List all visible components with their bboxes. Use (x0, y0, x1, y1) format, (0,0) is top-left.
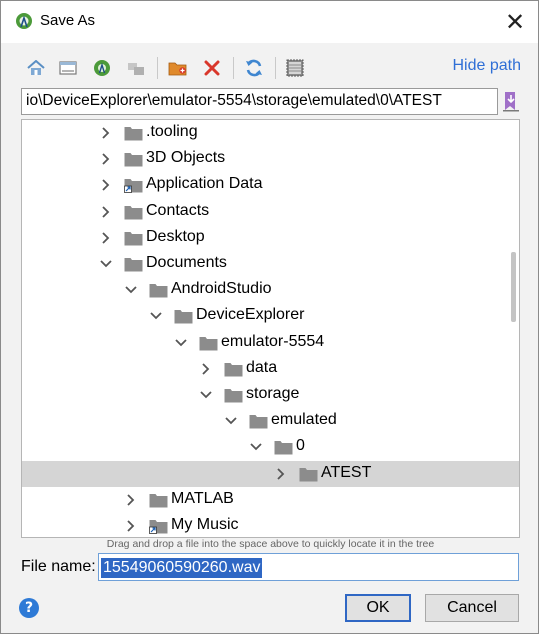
save-as-dialog: Save As ✕ Hide path io\DeviceExplorer\em… (0, 0, 539, 634)
tree-node-label: emulator-5554 (221, 332, 325, 350)
chevron-right-icon[interactable] (98, 125, 114, 141)
folder-icon (224, 389, 243, 403)
chevron-right-icon[interactable] (98, 230, 114, 246)
tree-node-label: Contacts (146, 201, 210, 219)
title-bar: Save As ✕ (1, 1, 538, 43)
path-row: io\DeviceExplorer\emulator-5554\storage\… (21, 88, 521, 116)
android-project-icon[interactable] (89, 55, 115, 81)
tree-node-label: Application Data (146, 175, 263, 193)
new-folder-icon[interactable] (165, 55, 191, 81)
chevron-down-icon[interactable] (98, 256, 114, 272)
tree-node-label: My Music (171, 516, 239, 533)
folder-icon (124, 153, 143, 167)
drag-drop-hint: Drag and drop a file into the space abov… (106, 538, 435, 550)
tree-node-label: DeviceExplorer (196, 306, 305, 324)
folder-icon (124, 258, 143, 272)
tree-node[interactable]: storage (22, 382, 519, 408)
chevron-down-icon[interactable] (248, 439, 264, 455)
modules-icon[interactable] (123, 55, 149, 81)
tree-node[interactable]: ATEST (22, 460, 519, 487)
path-input[interactable]: io\DeviceExplorer\emulator-5554\storage\… (21, 88, 498, 115)
folder-icon (249, 415, 268, 429)
folder-shortcut-icon (124, 179, 143, 194)
tree-node[interactable]: data (22, 356, 519, 382)
tree-node[interactable]: Documents (22, 251, 519, 277)
hide-path-link[interactable]: Hide path (453, 57, 522, 75)
folder-icon (124, 205, 143, 220)
toolbar: Hide path (21, 53, 521, 83)
file-name-input[interactable]: 15549060590260.wav (98, 553, 519, 581)
chevron-right-icon[interactable] (98, 204, 114, 220)
chevron-right-icon[interactable] (198, 361, 214, 377)
tree-node-label: Desktop (146, 227, 205, 245)
folder-icon (174, 310, 193, 324)
desktop-icon[interactable] (55, 55, 81, 81)
tree-node-label: 0 (296, 437, 305, 455)
help-icon[interactable]: ? (19, 598, 39, 618)
folder-icon (124, 231, 143, 246)
tree-node[interactable]: AndroidStudio (22, 277, 519, 303)
folder-icon (124, 127, 143, 141)
tree-node[interactable]: MATLAB (22, 487, 519, 513)
folder-icon (149, 284, 168, 298)
file-name-value: 15549060590260.wav (101, 558, 263, 578)
file-tree[interactable]: .tooling 3D Objects Application Data Contac… (21, 119, 520, 538)
tree-node[interactable]: Application Data (22, 172, 519, 198)
tree-node[interactable]: Desktop (22, 225, 519, 251)
chevron-right-icon[interactable] (98, 151, 114, 167)
folder-icon (224, 362, 243, 377)
chevron-down-icon[interactable] (123, 282, 139, 298)
tree-node[interactable]: 3D Objects (22, 146, 519, 172)
tree-node-label: .tooling (146, 123, 198, 140)
tree-node-label: data (246, 358, 278, 376)
chevron-right-icon[interactable] (123, 518, 139, 534)
folder-icon (199, 336, 218, 351)
tree-node[interactable]: emulated (22, 408, 519, 434)
folder-icon (299, 467, 318, 482)
folder-icon (149, 493, 168, 508)
chevron-right-icon[interactable] (123, 492, 139, 508)
ok-button[interactable]: OK (345, 594, 411, 622)
cancel-button[interactable]: Cancel (425, 594, 519, 622)
file-name-label: File name: (21, 558, 96, 575)
tree-node-label: AndroidStudio (171, 280, 272, 298)
chevron-right-icon[interactable] (98, 177, 114, 193)
tree-node[interactable]: My Music (22, 513, 519, 537)
tree-node-label: Documents (146, 254, 227, 271)
chevron-down-icon[interactable] (148, 308, 164, 324)
close-button[interactable]: ✕ (498, 5, 532, 39)
folder-shortcut-icon (149, 520, 168, 534)
folder-icon (274, 441, 293, 455)
tree-node[interactable]: DeviceExplorer (22, 303, 519, 329)
tree-node-label: MATLAB (171, 489, 234, 507)
tree-node[interactable]: emulator-5554 (22, 330, 519, 356)
tree-node-label: 3D Objects (146, 149, 226, 167)
tree-node[interactable]: .tooling (22, 120, 519, 146)
tree-node[interactable]: 0 (22, 434, 519, 460)
show-hidden-icon[interactable] (282, 55, 308, 81)
delete-icon[interactable] (199, 55, 225, 81)
android-studio-icon (16, 13, 32, 29)
chevron-down-icon[interactable] (173, 335, 189, 351)
window-title: Save As (40, 12, 96, 29)
tree-node-label: ATEST (321, 463, 372, 481)
chevron-down-icon[interactable] (198, 387, 214, 403)
chevron-down-icon[interactable] (223, 413, 239, 429)
path-history-icon[interactable] (502, 90, 520, 112)
tree-node-label: storage (246, 385, 300, 402)
chevron-right-icon[interactable] (273, 466, 289, 482)
toolbar-separator (233, 57, 234, 79)
tree-node[interactable]: Contacts (22, 199, 519, 225)
tree-node-label: emulated (271, 411, 337, 429)
home-icon[interactable] (23, 55, 49, 81)
refresh-icon[interactable] (241, 55, 267, 81)
toolbar-separator (157, 57, 158, 79)
toolbar-separator (275, 57, 276, 79)
